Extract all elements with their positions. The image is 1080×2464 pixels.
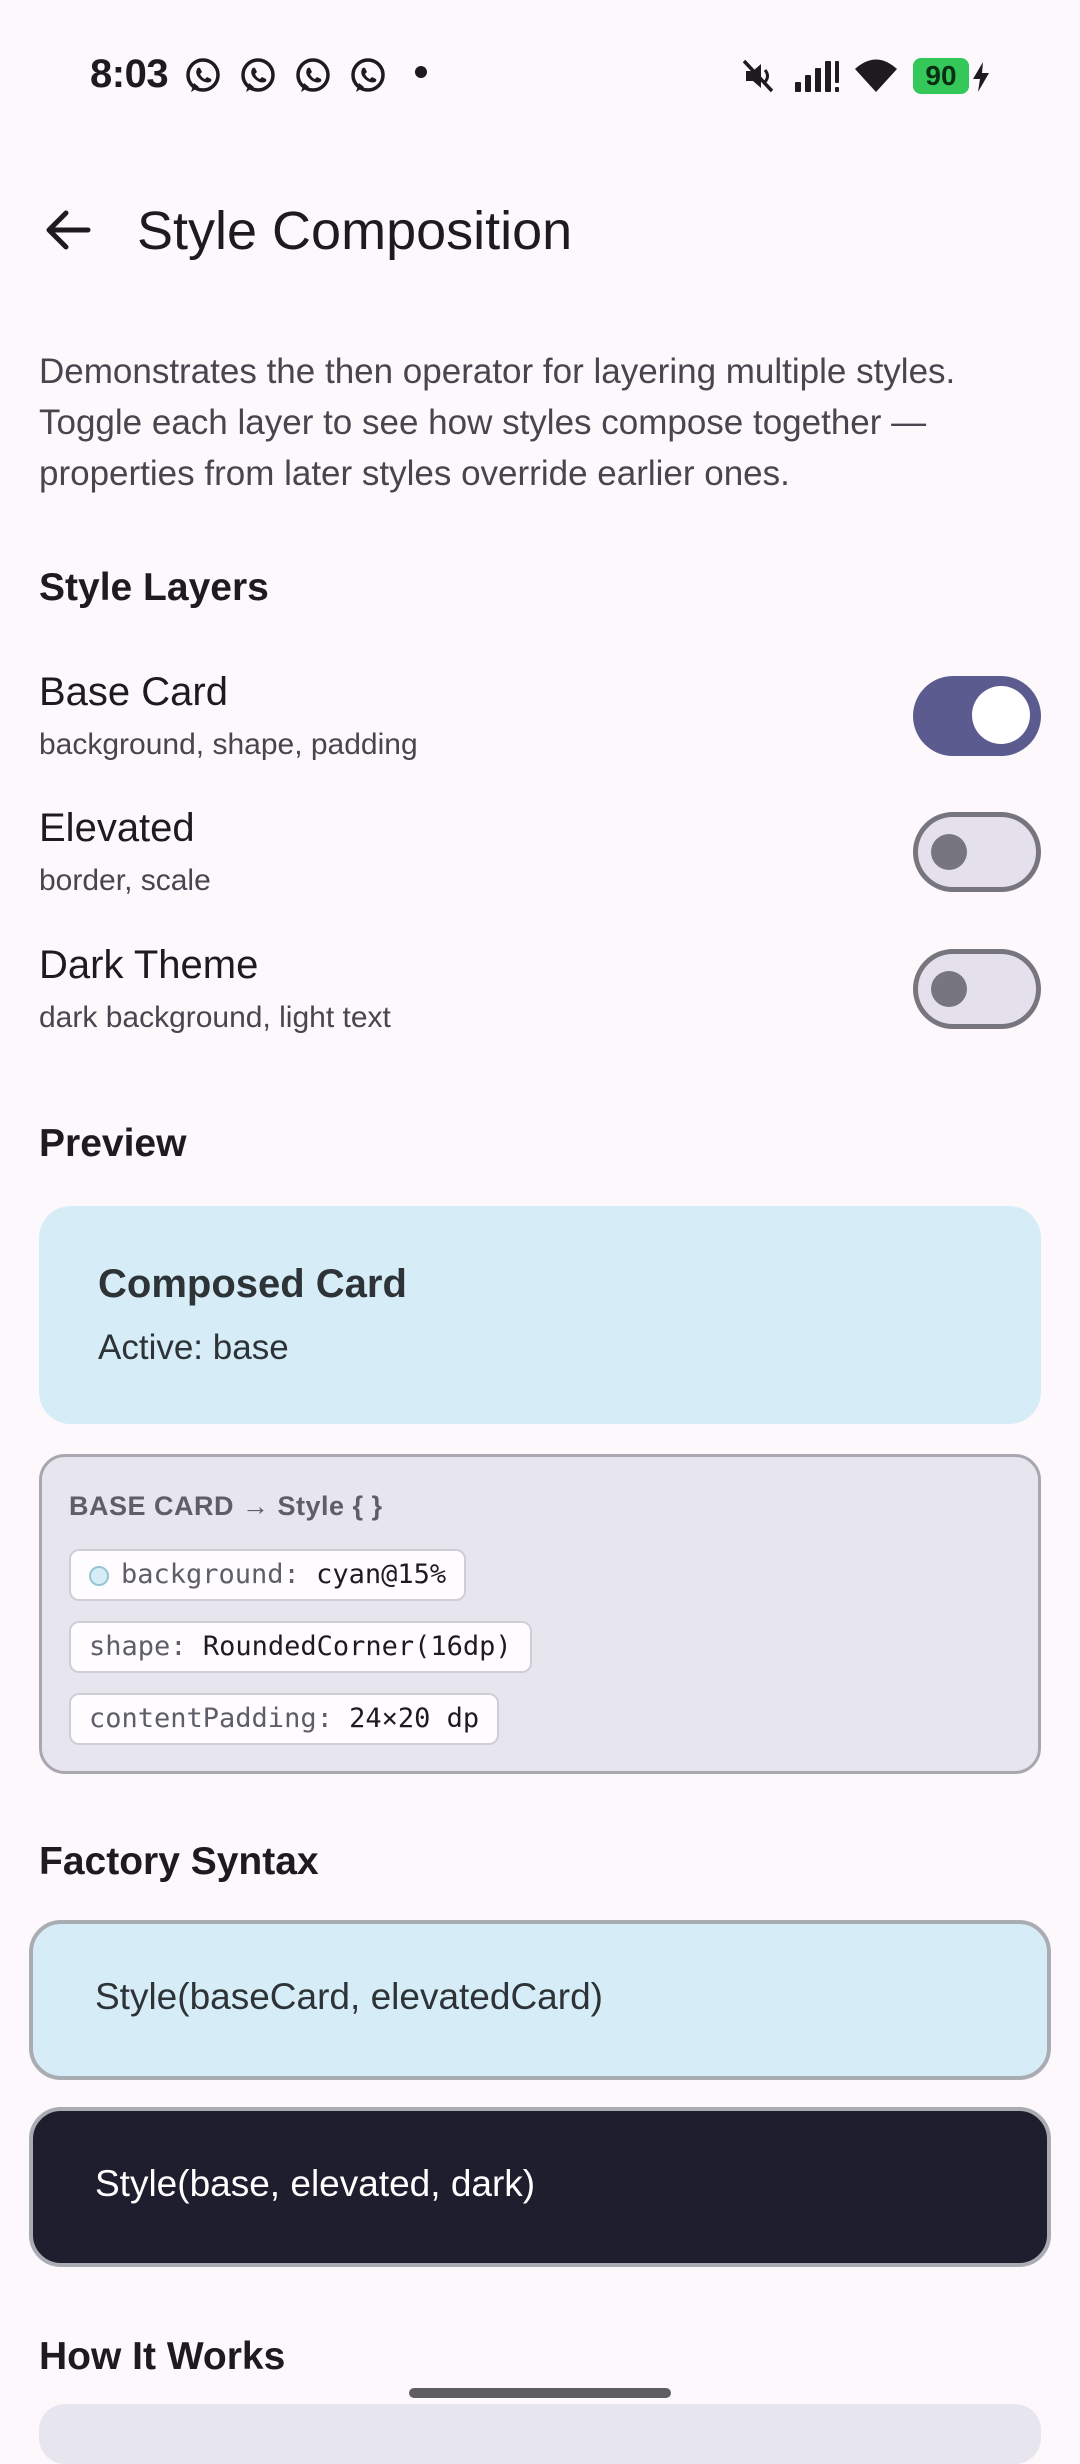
back-arrow-icon[interactable] — [36, 198, 100, 262]
status-bar: 8:03 90 — [0, 0, 1080, 150]
status-time: 8:03 — [90, 52, 169, 96]
style-layers-heading: Style Layers — [39, 566, 269, 609]
layer-row-dark-theme[interactable]: Dark Theme dark background, light text — [0, 943, 1080, 1053]
factory-example-text: Style(baseCard, elevatedCard) — [95, 1976, 603, 2017]
screen-description: Demonstrates the then operator for layer… — [39, 352, 956, 493]
layer-subtitle: background, shape, padding — [39, 728, 418, 761]
preview-card-title: Composed Card — [98, 1262, 407, 1306]
property-key: contentPadding: — [89, 1703, 333, 1734]
preview-heading: Preview — [39, 1122, 187, 1165]
property-chip-padding: contentPadding: 24×20 dp — [69, 1693, 500, 1745]
battery-icon: 90 — [913, 58, 969, 94]
top-app-bar: Style Composition — [0, 180, 1080, 280]
whatsapp-icon — [186, 58, 220, 92]
whatsapp-icon — [241, 58, 275, 92]
factory-syntax-heading: Factory Syntax — [39, 1840, 319, 1883]
property-key: shape: — [89, 1631, 187, 1662]
switch-thumb — [931, 971, 967, 1007]
signal-icon — [795, 61, 839, 92]
panel-header: BASE CARD → Style { } — [69, 1491, 383, 1521]
layer-subtitle: dark background, light text — [39, 1001, 391, 1034]
layer-label: Dark Theme — [39, 943, 259, 987]
layer-label: Elevated — [39, 806, 195, 850]
layer-row-base-card[interactable]: Base Card background, shape, padding — [0, 670, 1080, 780]
property-chip-background: background: cyan@15% — [69, 1549, 467, 1601]
switch-thumb — [931, 834, 967, 870]
property-value: cyan@15% — [316, 1559, 447, 1590]
layer-subtitle: border, scale — [39, 864, 211, 897]
property-key: background: — [121, 1559, 300, 1590]
notification-dot-icon — [415, 66, 427, 78]
factory-example-light-card: Style(baseCard, elevatedCard) — [29, 1920, 1051, 2080]
whatsapp-icon — [296, 58, 330, 92]
charging-icon — [973, 62, 989, 92]
wifi-icon — [855, 59, 897, 92]
factory-example-text: Style(base, elevated, dark) — [95, 2163, 536, 2204]
property-chip-shape: shape: RoundedCorner(16dp) — [69, 1621, 532, 1673]
mute-icon — [742, 59, 774, 93]
layer-label: Base Card — [39, 670, 228, 714]
layer-row-elevated[interactable]: Elevated border, scale — [0, 806, 1080, 916]
factory-example-dark-card: Style(base, elevated, dark) — [29, 2107, 1051, 2267]
elevated-switch[interactable] — [913, 812, 1041, 892]
how-it-works-card — [39, 2404, 1041, 2464]
page-title: Style Composition — [137, 201, 573, 261]
whatsapp-icon — [351, 58, 385, 92]
composed-card-preview: Composed Card Active: base — [39, 1206, 1041, 1424]
color-swatch-icon — [89, 1566, 109, 1586]
preview-active-layers: Active: base — [98, 1328, 289, 1367]
how-it-works-heading: How It Works — [39, 2335, 286, 2378]
switch-thumb — [972, 686, 1030, 744]
style-properties-panel: BASE CARD → Style { } background: cyan@1… — [39, 1454, 1041, 1774]
base-card-switch[interactable] — [913, 676, 1041, 756]
home-indicator[interactable] — [409, 2388, 671, 2398]
property-value: RoundedCorner(16dp) — [202, 1631, 512, 1662]
dark-theme-switch[interactable] — [913, 949, 1041, 1029]
property-value: 24×20 dp — [349, 1703, 480, 1734]
